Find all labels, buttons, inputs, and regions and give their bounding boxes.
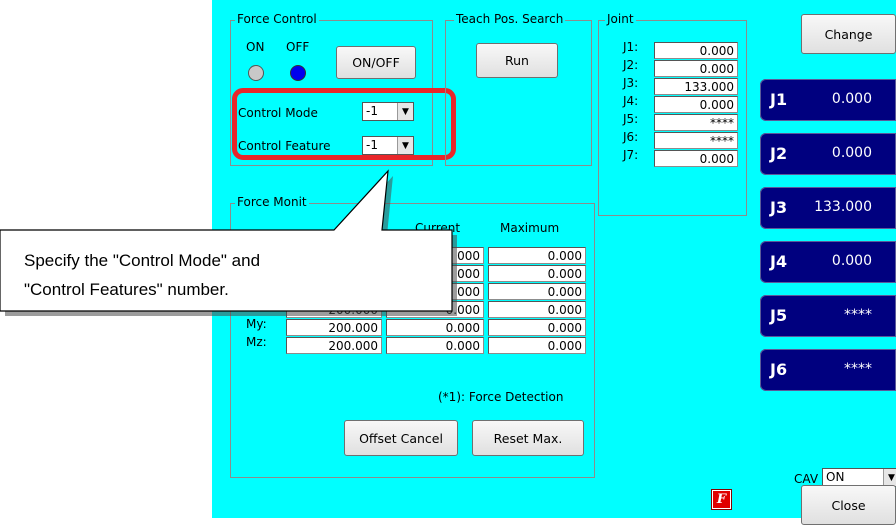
callout-line-1: Specify the "Control Mode" and [24, 251, 261, 270]
callout-text: Specify the "Control Mode" and "Control … [24, 246, 260, 304]
callout-line-2: "Control Features" number. [24, 280, 229, 299]
